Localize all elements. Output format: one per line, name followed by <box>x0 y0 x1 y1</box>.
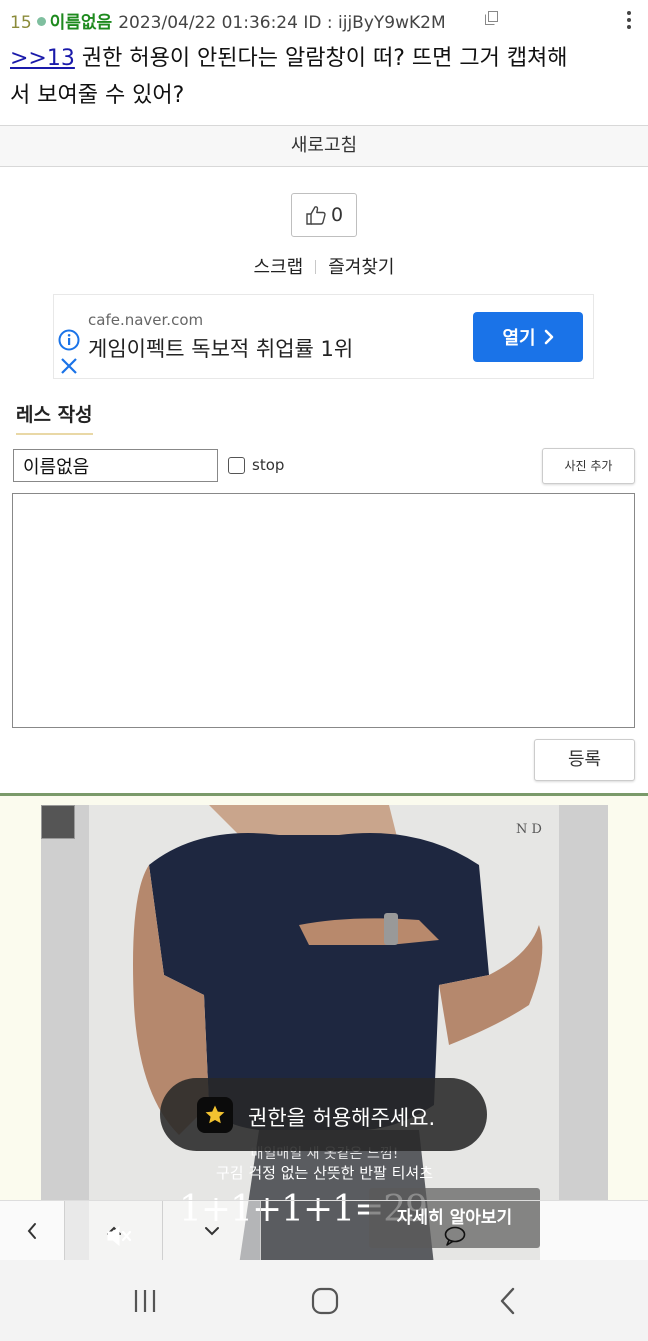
ad-headline: 게임이펙트 독보적 취업률 1위 <box>88 337 354 361</box>
star-icon <box>205 1105 225 1124</box>
favorite-link[interactable]: 즐겨찾기 <box>328 257 394 278</box>
post-body: >>13 권한 허용이 안된다는 알람창이 떠? 뜨면 그거 캡쳐해 서 보여줄… <box>10 40 620 114</box>
post-text-line2: 서 보여줄 수 있어? <box>10 83 185 108</box>
mute-icon[interactable] <box>104 1223 134 1249</box>
reply-anchor-link[interactable]: >>13 <box>10 46 75 71</box>
post-id: ID : ijjByY9wK2M <box>303 13 446 33</box>
app-badge <box>197 1097 233 1133</box>
scroll-down-button[interactable] <box>163 1201 260 1261</box>
name-input[interactable] <box>13 449 218 482</box>
thumbs-up-icon <box>306 206 326 225</box>
post-text-line1: 권한 허용이 안된다는 알람창이 떠? 뜨면 그거 캡쳐해 <box>74 46 568 71</box>
home-icon <box>311 1287 339 1315</box>
system-back-button[interactable] <box>488 1284 528 1318</box>
ad-banner[interactable]: cafe.naver.com 게임이펙트 독보적 취업률 1위 열기 <box>53 294 594 379</box>
post-actions: 스크랩 즐겨찾기 <box>0 253 648 279</box>
toast-message: 권한을 허용해주세요. <box>248 1106 436 1130</box>
copy-icon[interactable] <box>485 11 498 25</box>
divider <box>315 260 317 274</box>
post-meta: 15 이름없음 2023/04/22 01:36:24 ID : ijjByY9wK… <box>10 8 446 33</box>
chevron-right-icon <box>544 329 553 345</box>
video-ad[interactable]: N D 매일매일 새 옷같은 느낌! 구김 걱정 없는 산뜻한 반팔 티셔츠 1… <box>41 805 608 1265</box>
add-photo-button[interactable]: 사진 추가 <box>542 448 635 484</box>
reply-textarea[interactable] <box>12 493 635 728</box>
submit-button[interactable]: 등록 <box>534 739 635 781</box>
advertiser-thumbnail <box>41 805 75 839</box>
reply-form-title: 레스 작성 <box>16 400 93 435</box>
chevron-left-icon <box>27 1223 36 1239</box>
recent-apps-icon <box>134 1290 156 1312</box>
stop-label: stop <box>252 456 285 474</box>
ad-domain: cafe.naver.com <box>88 311 204 329</box>
like-button[interactable]: 0 <box>291 193 357 237</box>
scrap-link[interactable]: 스크랩 <box>254 257 304 278</box>
system-navigation-bar <box>0 1260 648 1341</box>
post-datetime: 2023/04/22 01:36:24 <box>118 13 298 33</box>
recent-apps-button[interactable] <box>125 1284 165 1318</box>
post-author: 이름없음 <box>49 13 113 33</box>
brand-mark: N D <box>516 822 542 837</box>
back-arrow-icon <box>500 1287 515 1315</box>
browser-back-button[interactable] <box>0 1201 64 1261</box>
ad-open-button[interactable]: 열기 <box>473 312 583 362</box>
permission-toast: 권한을 허용해주세요. <box>160 1078 487 1151</box>
divider <box>260 1201 261 1261</box>
post-number[interactable]: 15 <box>10 13 32 33</box>
chevron-down-icon <box>204 1227 219 1236</box>
post-header: 15 이름없음 2023/04/22 01:36:24 ID : ijjByY9wK… <box>0 0 648 125</box>
close-icon[interactable] <box>60 357 78 375</box>
more-vertical-icon[interactable] <box>622 9 636 31</box>
like-count: 0 <box>330 204 344 226</box>
online-dot-icon <box>36 17 46 26</box>
stop-checkbox[interactable] <box>228 457 245 474</box>
info-icon[interactable] <box>58 329 80 351</box>
ad-open-label: 열기 <box>502 328 536 349</box>
video-caption-2: 구김 걱정 없는 산뜻한 반팔 티셔츠 <box>215 1164 434 1182</box>
browser-menu-cell[interactable] <box>540 1201 648 1261</box>
browser-toolbar <box>0 1200 648 1261</box>
refresh-button[interactable]: 새로고침 <box>0 125 648 167</box>
home-button[interactable] <box>305 1284 345 1318</box>
video-ad-area: N D 매일매일 새 옷같은 느낌! 구김 걱정 없는 산뜻한 반팔 티셔츠 1… <box>0 793 648 1265</box>
